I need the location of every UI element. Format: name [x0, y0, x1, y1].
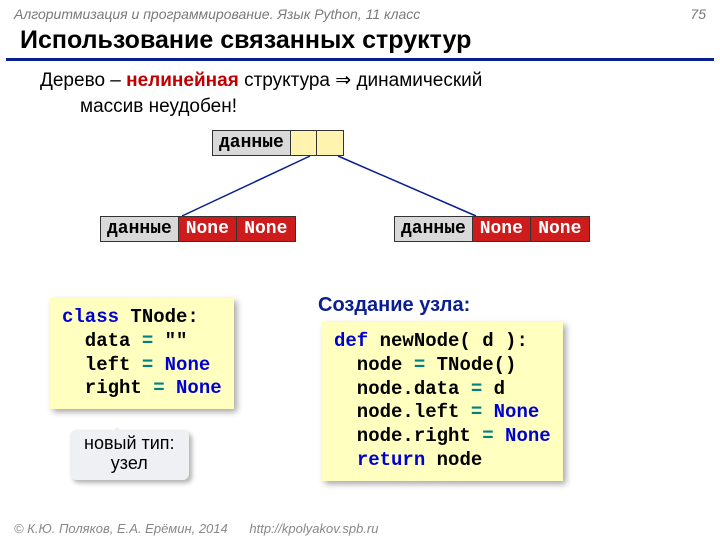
code-text: [334, 449, 357, 471]
op-equals: =: [153, 377, 164, 399]
subtitle-nonlinear: нелинейная: [126, 70, 239, 91]
code-text: TNode(): [425, 354, 516, 376]
code-text: newNode( d ):: [368, 330, 528, 352]
kw-none: None: [494, 401, 540, 423]
node-left-ptr: [291, 131, 317, 155]
kw-def: def: [334, 330, 368, 352]
code-text: node: [425, 449, 482, 471]
course-name: Алгоритмизация и программирование. Язык …: [14, 6, 420, 22]
slide-header: Алгоритмизация и программирование. Язык …: [0, 0, 720, 24]
code-text: node: [334, 354, 414, 376]
connector-lines: [0, 124, 720, 294]
node-none-cell: None: [473, 217, 531, 241]
code-text: [153, 354, 164, 376]
subtitle-before: Дерево –: [40, 70, 126, 91]
callout-new-type: новый тип: узел: [70, 430, 189, 480]
node-none-cell: None: [531, 217, 589, 241]
code-text: node.right: [334, 425, 482, 447]
node-none-cell: None: [237, 217, 295, 241]
code-text: [482, 401, 493, 423]
node-data-cell: данные: [101, 217, 179, 241]
code-text: "": [153, 330, 187, 352]
section-create-node: Создание узла:: [318, 294, 470, 317]
node-data-cell: данные: [395, 217, 473, 241]
slide-footer: © К.Ю. Поляков, Е.А. Ерёмин, 2014 http:/…: [14, 521, 378, 536]
code-text: TNode:: [119, 306, 199, 328]
op-equals: =: [142, 354, 153, 376]
callout-line1: новый тип:: [84, 434, 175, 454]
node-right-ptr: [317, 131, 343, 155]
op-equals: =: [482, 425, 493, 447]
code-text: data: [62, 330, 142, 352]
slide-title: Использование связанных структур: [6, 24, 714, 61]
kw-none: None: [165, 354, 211, 376]
code-text: [494, 425, 505, 447]
node-data-cell: данные: [213, 131, 291, 155]
kw-return: return: [357, 449, 425, 471]
code-text: [165, 377, 176, 399]
code-text: node.left: [334, 401, 471, 423]
op-equals: =: [142, 330, 153, 352]
op-equals: =: [471, 378, 482, 400]
tree-root-node: данные: [212, 130, 344, 156]
code-text: right: [62, 377, 153, 399]
kw-none: None: [505, 425, 551, 447]
code-text: left: [62, 354, 142, 376]
op-equals: =: [414, 354, 425, 376]
tree-diagram: данные данные None None данные None None: [0, 124, 720, 284]
callout-line2: узел: [84, 454, 175, 474]
subtitle-line2: массив неудобен!: [0, 96, 720, 118]
op-equals: =: [471, 401, 482, 423]
node-none-cell: None: [179, 217, 237, 241]
copyright: © К.Ю. Поляков, Е.А. Ерёмин, 2014: [14, 521, 228, 536]
tree-right-leaf: данные None None: [394, 216, 590, 242]
footer-url: http://kpolyakov.spb.ru: [249, 521, 378, 536]
code-new-node: def newNode( d ): node = TNode() node.da…: [322, 322, 563, 481]
page-number: 75: [690, 6, 706, 22]
subtitle-line1: Дерево – нелинейная структура ⇒ динамиче…: [0, 61, 720, 96]
tree-left-leaf: данные None None: [100, 216, 296, 242]
subtitle-after: структура ⇒ динамический: [239, 70, 483, 91]
kw-none: None: [176, 377, 222, 399]
code-text: d: [482, 378, 505, 400]
kw-class: class: [62, 306, 119, 328]
code-class-tnode: class TNode: data = "" left = None right…: [50, 298, 234, 409]
code-text: node.data: [334, 378, 471, 400]
